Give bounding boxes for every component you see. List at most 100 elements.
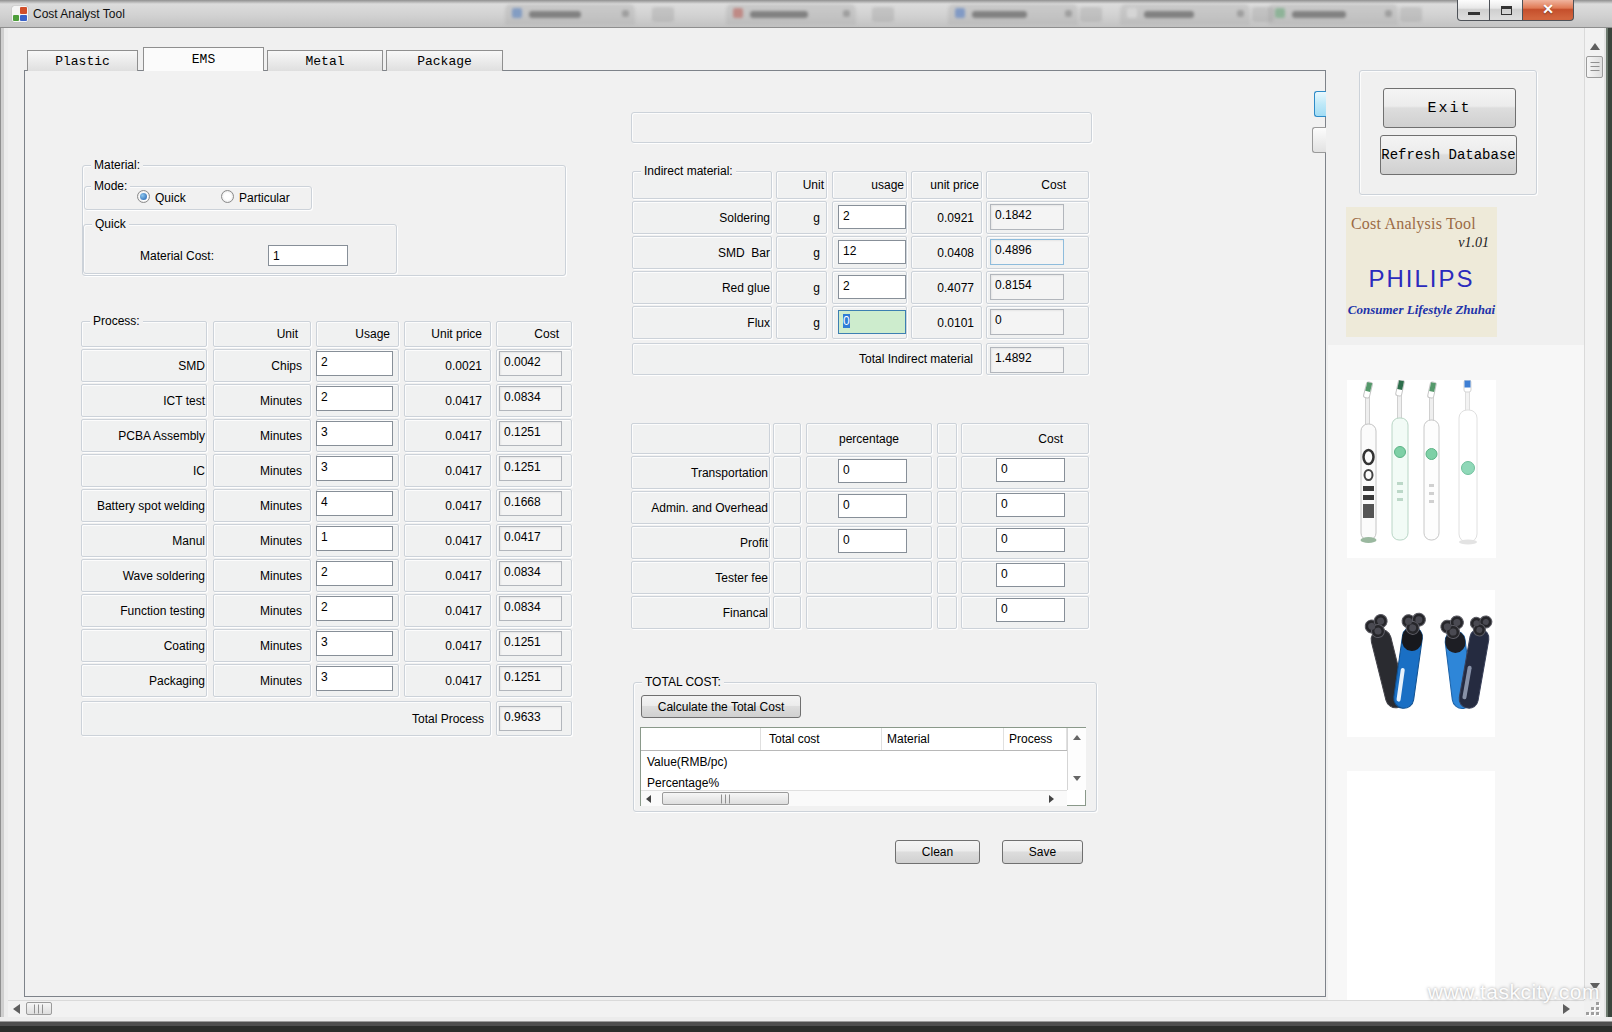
process-row-unit: Minutes — [213, 664, 311, 697]
exit-button[interactable]: Exit — [1383, 88, 1516, 128]
overhead-header-gap — [773, 423, 801, 454]
grid-scroll-left-icon[interactable] — [646, 795, 651, 803]
process-row-price: 0.0417 — [404, 664, 491, 697]
material-cost-input[interactable]: 1 — [268, 245, 348, 266]
indirect-usage-input[interactable]: 2 — [838, 205, 906, 229]
indirect-usage-input[interactable]: 0 — [838, 310, 906, 334]
vertical-scrollbar[interactable] — [1584, 28, 1604, 1000]
scroll-left-icon[interactable] — [13, 1004, 20, 1014]
clipped-focused-button[interactable] — [1314, 91, 1326, 117]
vscroll-thumb[interactable] — [1586, 56, 1603, 78]
grid-scroll-down-icon[interactable] — [1073, 776, 1081, 781]
row-label: Coating — [82, 639, 206, 653]
tab-ems[interactable]: EMS — [143, 47, 264, 71]
percentage-input[interactable]: 0 — [838, 494, 907, 518]
col-header: Unit — [777, 178, 826, 192]
overhead-cost-input[interactable]: 0 — [996, 458, 1065, 482]
process-total-cell: Total Process — [81, 701, 491, 736]
window-frame-bottom — [0, 1017, 1612, 1032]
grid-row-label: Percentage% — [647, 776, 719, 790]
grid-scroll-right-icon[interactable] — [1049, 795, 1054, 803]
window-title: Cost Analyst Tool — [33, 7, 125, 21]
process-row-price: 0.0417 — [404, 384, 491, 417]
overhead-row-name: Profit — [631, 526, 770, 559]
close-button[interactable]: ✕ — [1523, 0, 1574, 21]
hscroll-thumb[interactable] — [26, 1002, 52, 1015]
process-usage-input[interactable]: 3 — [316, 456, 393, 481]
minimize-button[interactable] — [1457, 0, 1490, 21]
unit-value: Minutes — [214, 499, 310, 513]
unit-value: g — [777, 281, 826, 295]
indirect-usage-input[interactable]: 2 — [838, 275, 906, 299]
overhead-row-gap — [937, 526, 957, 559]
process-usage-input[interactable]: 1 — [316, 526, 393, 551]
tab-plastic[interactable]: Plastic — [27, 50, 138, 71]
process-usage-input[interactable]: 2 — [316, 351, 393, 376]
grid-hscroll-thumb[interactable] — [662, 792, 789, 805]
overhead-cost-input[interactable]: 0 — [996, 493, 1065, 517]
scroll-up-icon[interactable] — [1590, 43, 1600, 50]
total-process-value: 0.9633 — [499, 706, 562, 731]
overhead-cost-input[interactable]: 0 — [996, 528, 1065, 552]
overhead-row-pct-cell — [806, 561, 932, 594]
indirect-header-usage: usage — [832, 171, 907, 199]
indirect-usage-input[interactable]: 12 — [838, 240, 906, 264]
percentage-input[interactable]: 0 — [838, 529, 907, 553]
refresh-database-button[interactable]: Refresh Database — [1380, 135, 1517, 175]
maximize-icon — [1501, 6, 1512, 15]
process-row-price: 0.0021 — [404, 349, 491, 382]
ghost-tab — [948, 4, 1078, 25]
process-row-unit: Minutes — [213, 384, 311, 417]
process-row-price: 0.0417 — [404, 524, 491, 557]
indirect-row-name: SMD Bar — [632, 236, 772, 269]
scroll-right-icon[interactable] — [1563, 1004, 1570, 1014]
unit-price-value: 0.0417 — [405, 674, 490, 688]
clipped-button[interactable] — [1312, 127, 1326, 153]
process-usage-input[interactable]: 3 — [316, 421, 393, 446]
blank-image — [1347, 771, 1495, 1000]
grid-col-header: Total cost — [769, 732, 820, 746]
grid-hscrollbar[interactable] — [641, 790, 1067, 806]
brand-version: v1.01 — [1458, 235, 1489, 251]
radio-quick-label: Quick — [155, 191, 186, 205]
unit-price-value: 0.4077 — [912, 281, 981, 295]
horizontal-scrollbar[interactable] — [8, 1000, 1584, 1017]
overhead-cost-input[interactable]: 0 — [996, 563, 1065, 587]
radio-particular[interactable] — [221, 190, 234, 203]
indirect-row-unit: g — [776, 271, 827, 304]
row-label: Tester fee — [632, 571, 769, 585]
process-usage-input[interactable]: 3 — [316, 666, 393, 691]
process-usage-input[interactable]: 2 — [316, 561, 393, 586]
process-usage-input[interactable]: 2 — [316, 386, 393, 411]
radio-quick[interactable] — [137, 190, 150, 203]
maximize-button[interactable] — [1490, 0, 1523, 21]
indirect-row-name: Soldering — [632, 201, 772, 234]
save-button[interactable]: Save — [1002, 840, 1083, 864]
process-row-name: ICT test — [81, 384, 207, 417]
brand-philips-logo: PHILIPS — [1346, 265, 1497, 293]
grid-vscrollbar[interactable] — [1067, 728, 1086, 790]
calculate-total-cost-button[interactable]: Calculate the Total Cost — [641, 695, 801, 718]
row-label: ICT test — [82, 394, 206, 408]
overhead-cost-input[interactable]: 0 — [996, 598, 1065, 622]
process-row-name: SMD — [81, 349, 207, 382]
process-usage-input[interactable]: 2 — [316, 596, 393, 621]
process-usage-input[interactable]: 4 — [316, 491, 393, 516]
overhead-row-gap — [937, 561, 957, 594]
ghost-tab — [1268, 4, 1398, 25]
process-usage-input[interactable]: 3 — [316, 631, 393, 656]
unit-price-value: 0.0417 — [405, 464, 490, 478]
percentage-input[interactable]: 0 — [838, 459, 907, 483]
process-row-name: Coating — [81, 629, 207, 662]
row-label: Packaging — [82, 674, 206, 688]
indirect-cost-value: 0.4896 — [990, 239, 1064, 265]
row-label: Financal — [632, 606, 769, 620]
row-label: Manul — [82, 534, 206, 548]
tab-package[interactable]: Package — [386, 50, 503, 71]
grid-scroll-up-icon[interactable] — [1073, 735, 1081, 740]
tab-metal[interactable]: Metal — [267, 50, 383, 71]
clean-button[interactable]: Clean — [895, 840, 980, 864]
blurred-background-tabs — [0, 0, 1612, 27]
process-cost-value: 0.0834 — [499, 386, 562, 411]
app-icon — [12, 6, 28, 22]
